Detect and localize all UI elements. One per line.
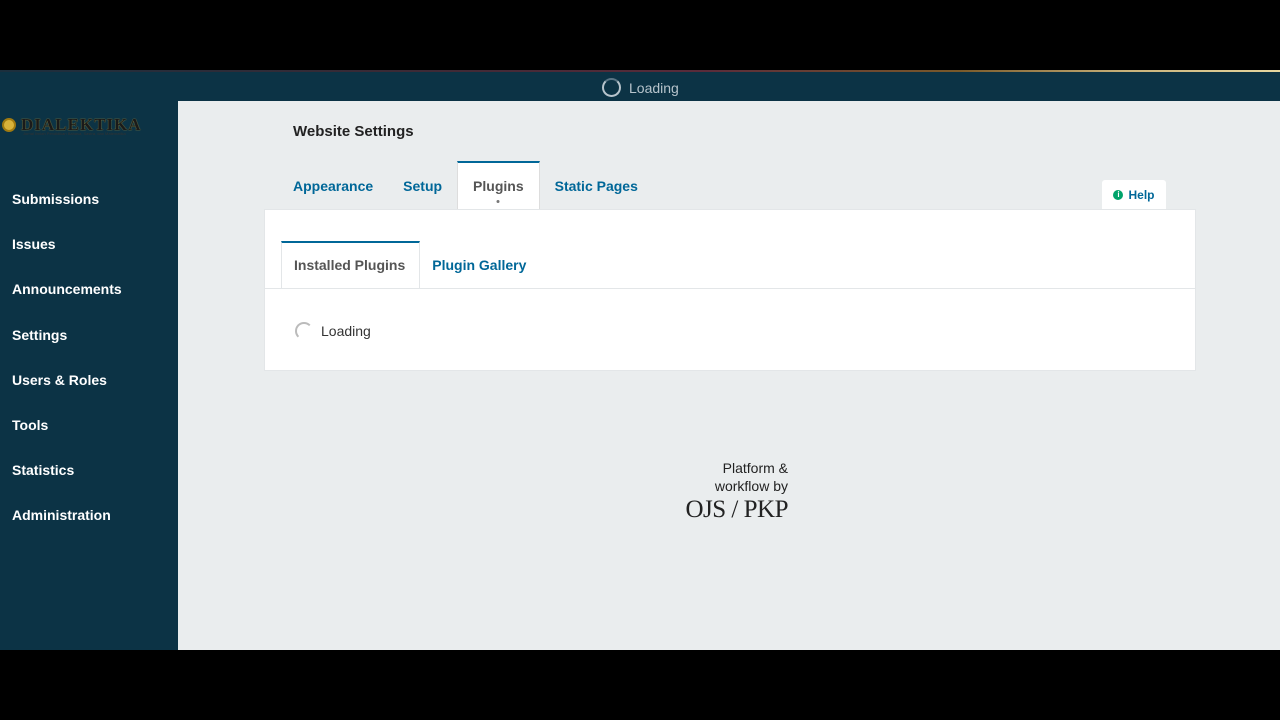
main-content: Website Settings Appearance Setup Plugin… <box>178 101 1280 650</box>
help-label: Help <box>1128 187 1155 202</box>
accent-line <box>0 70 1280 72</box>
spinner-icon <box>602 78 621 97</box>
sidebar-item-submissions[interactable]: Submissions <box>12 191 122 236</box>
sidebar-item-administration[interactable]: Administration <box>12 507 122 552</box>
plugins-panel: Installed Plugins Plugin Gallery Loading <box>264 209 1196 371</box>
sidebar-item-settings[interactable]: Settings <box>12 327 122 372</box>
tab-plugins[interactable]: Plugins <box>457 161 540 209</box>
topbar-loading-indicator: Loading <box>602 78 679 97</box>
footer-line-1: Platform & <box>722 460 788 476</box>
footer-brand[interactable]: Platform & workflow by OJS / PKP <box>668 459 789 525</box>
sidebar: DIALEKTIKA Jurnal Ilmiah Pendidikan Baha… <box>0 101 178 650</box>
panel-loading-label: Loading <box>321 323 371 339</box>
sidebar-item-announcements[interactable]: Announcements <box>12 281 122 326</box>
subtab-installed-plugins[interactable]: Installed Plugins <box>281 241 421 288</box>
settings-tabs: Appearance Setup Plugins Static Pages <box>278 161 653 209</box>
app-window: Loading DIALEKTIKA Jurnal Ilmiah Pendidi… <box>0 70 1280 650</box>
page-title: Website Settings <box>293 123 414 140</box>
screen-frame: Loading DIALEKTIKA Jurnal Ilmiah Pendidi… <box>0 0 1280 720</box>
sidebar-item-tools[interactable]: Tools <box>12 417 122 462</box>
info-icon: i <box>1113 189 1124 200</box>
topbar-loading-label: Loading <box>629 79 679 96</box>
logo-subtitle: Jurnal Ilmiah Pendidikan Bahasa, Sastra,… <box>23 131 126 136</box>
ojs-pkp-logo: OJS / PKP <box>685 496 789 523</box>
sidebar-nav: Submissions Issues Announcements Setting… <box>12 191 122 553</box>
sidebar-item-statistics[interactable]: Statistics <box>12 462 122 507</box>
plugin-subtabs: Installed Plugins Plugin Gallery <box>281 241 540 288</box>
panel-loading-indicator: Loading <box>295 322 371 340</box>
tab-appearance[interactable]: Appearance <box>278 161 388 209</box>
tab-setup[interactable]: Setup <box>388 161 457 209</box>
sidebar-item-issues[interactable]: Issues <box>12 236 122 281</box>
spinner-icon <box>295 322 313 340</box>
subtab-plugin-gallery[interactable]: Plugin Gallery <box>420 241 540 288</box>
help-button[interactable]: i Help <box>1102 180 1166 209</box>
divider <box>265 288 1195 289</box>
journal-logo[interactable]: DIALEKTIKA Jurnal Ilmiah Pendidikan Baha… <box>0 114 178 136</box>
tab-static-pages[interactable]: Static Pages <box>540 161 653 209</box>
sidebar-item-users-roles[interactable]: Users & Roles <box>12 372 122 417</box>
seal-icon <box>2 118 16 132</box>
footer-line-2: workflow by <box>714 478 788 494</box>
top-bar: Loading <box>0 70 1280 101</box>
